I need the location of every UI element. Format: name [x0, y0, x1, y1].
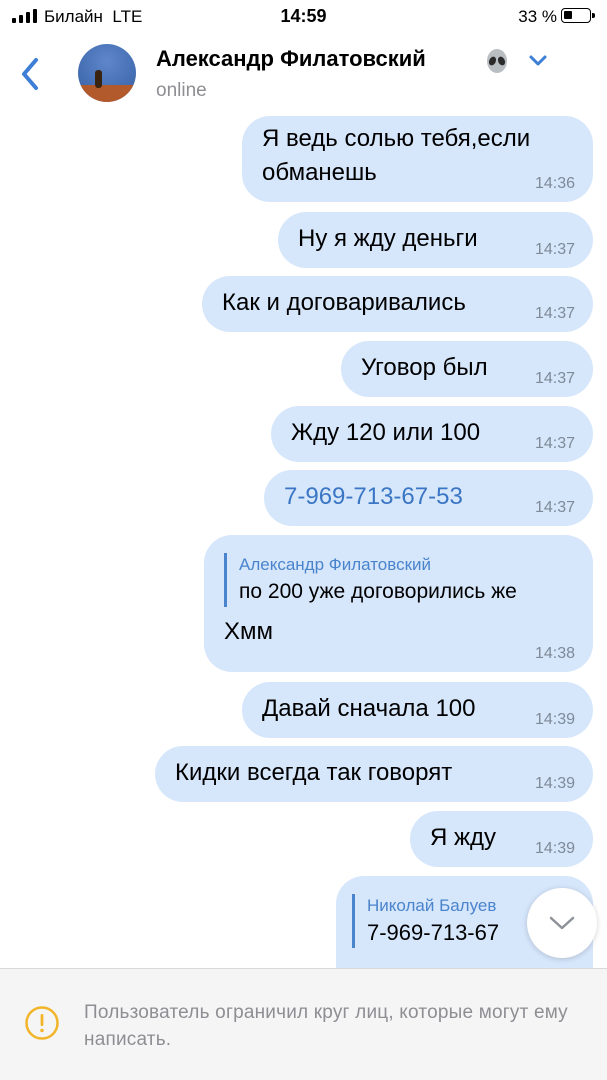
message-text: Ну я жду деньги: [298, 225, 478, 252]
message-time: 14:37: [534, 435, 575, 452]
phone-link[interactable]: 7-969-713-67-53: [284, 480, 573, 514]
reply-quote[interactable]: Александр Филатовский по 200 уже договор…: [224, 553, 573, 607]
message-bubble[interactable]: Уговор был 14:37: [341, 341, 593, 397]
reply-text: по 200 уже договорились же: [239, 580, 517, 603]
message-bubble[interactable]: Александр Филатовский по 200 уже договор…: [204, 535, 593, 672]
message-bubble[interactable]: Я ведь солью тебя,если обманешь 14:36: [242, 116, 593, 202]
chevron-left-icon: [22, 58, 38, 90]
avatar[interactable]: [78, 44, 136, 102]
message-text: Давай сначала 100: [262, 695, 476, 722]
alien-icon: [487, 49, 507, 73]
status-bar: Билайн LTE 14:59 33 %: [0, 0, 607, 34]
chevron-down-icon[interactable]: [528, 54, 548, 68]
reply-author: Александр Филатовский: [239, 555, 432, 574]
message-time: 14:37: [534, 241, 575, 258]
message-text: Жду 120 или 100: [291, 419, 481, 446]
message-bubble[interactable]: Я жду 14:39: [410, 811, 593, 867]
message-time: 14:39: [534, 840, 575, 857]
message-time: 14:39: [534, 775, 575, 792]
message-text: Как и договаривались: [222, 289, 466, 316]
message-time: 14:37: [534, 305, 575, 322]
clock: 14:59: [280, 6, 327, 26]
chevron-down-icon: [549, 916, 575, 930]
message-bubble[interactable]: Ну я жду деньги 14:37: [278, 212, 593, 268]
message-time: 14:36: [534, 175, 575, 192]
message-text: Кидки всегда так говорят: [175, 759, 453, 786]
contact-name[interactable]: Александр Филатовский: [156, 46, 426, 72]
message-text: Хмм: [224, 618, 274, 645]
message-time: 14:38: [534, 645, 575, 662]
message-list[interactable]: Я ведь солью тебя,если обманешь 14:36 Ну…: [0, 116, 607, 968]
warning-icon: [25, 1006, 59, 1040]
message-bubble[interactable]: Жду 120 или 100 14:37: [271, 406, 593, 462]
chat-header: Александр Филатовский online: [0, 34, 607, 116]
scroll-to-bottom-button[interactable]: [527, 888, 597, 958]
message-bubble[interactable]: Давай сначала 100 14:39: [242, 682, 593, 738]
message-time: 14:39: [534, 711, 575, 728]
notice-text: Пользователь ограничил круг лиц, которые…: [84, 1002, 568, 1050]
online-status: online: [156, 80, 207, 101]
message-time: 14:37: [534, 499, 575, 516]
message-time: 14:37: [534, 370, 575, 387]
message-bubble[interactable]: Как и договаривались 14:37: [202, 276, 593, 332]
message-bubble[interactable]: Кидки всегда так говорят 14:39: [155, 746, 593, 802]
message-bubble[interactable]: 7-969-713-67-53 14:37: [264, 470, 593, 526]
restriction-notice: Пользователь ограничил круг лиц, которые…: [0, 968, 607, 1080]
battery-percent: 33 %: [518, 7, 557, 26]
battery-icon: [561, 8, 595, 23]
back-button[interactable]: [16, 54, 46, 94]
